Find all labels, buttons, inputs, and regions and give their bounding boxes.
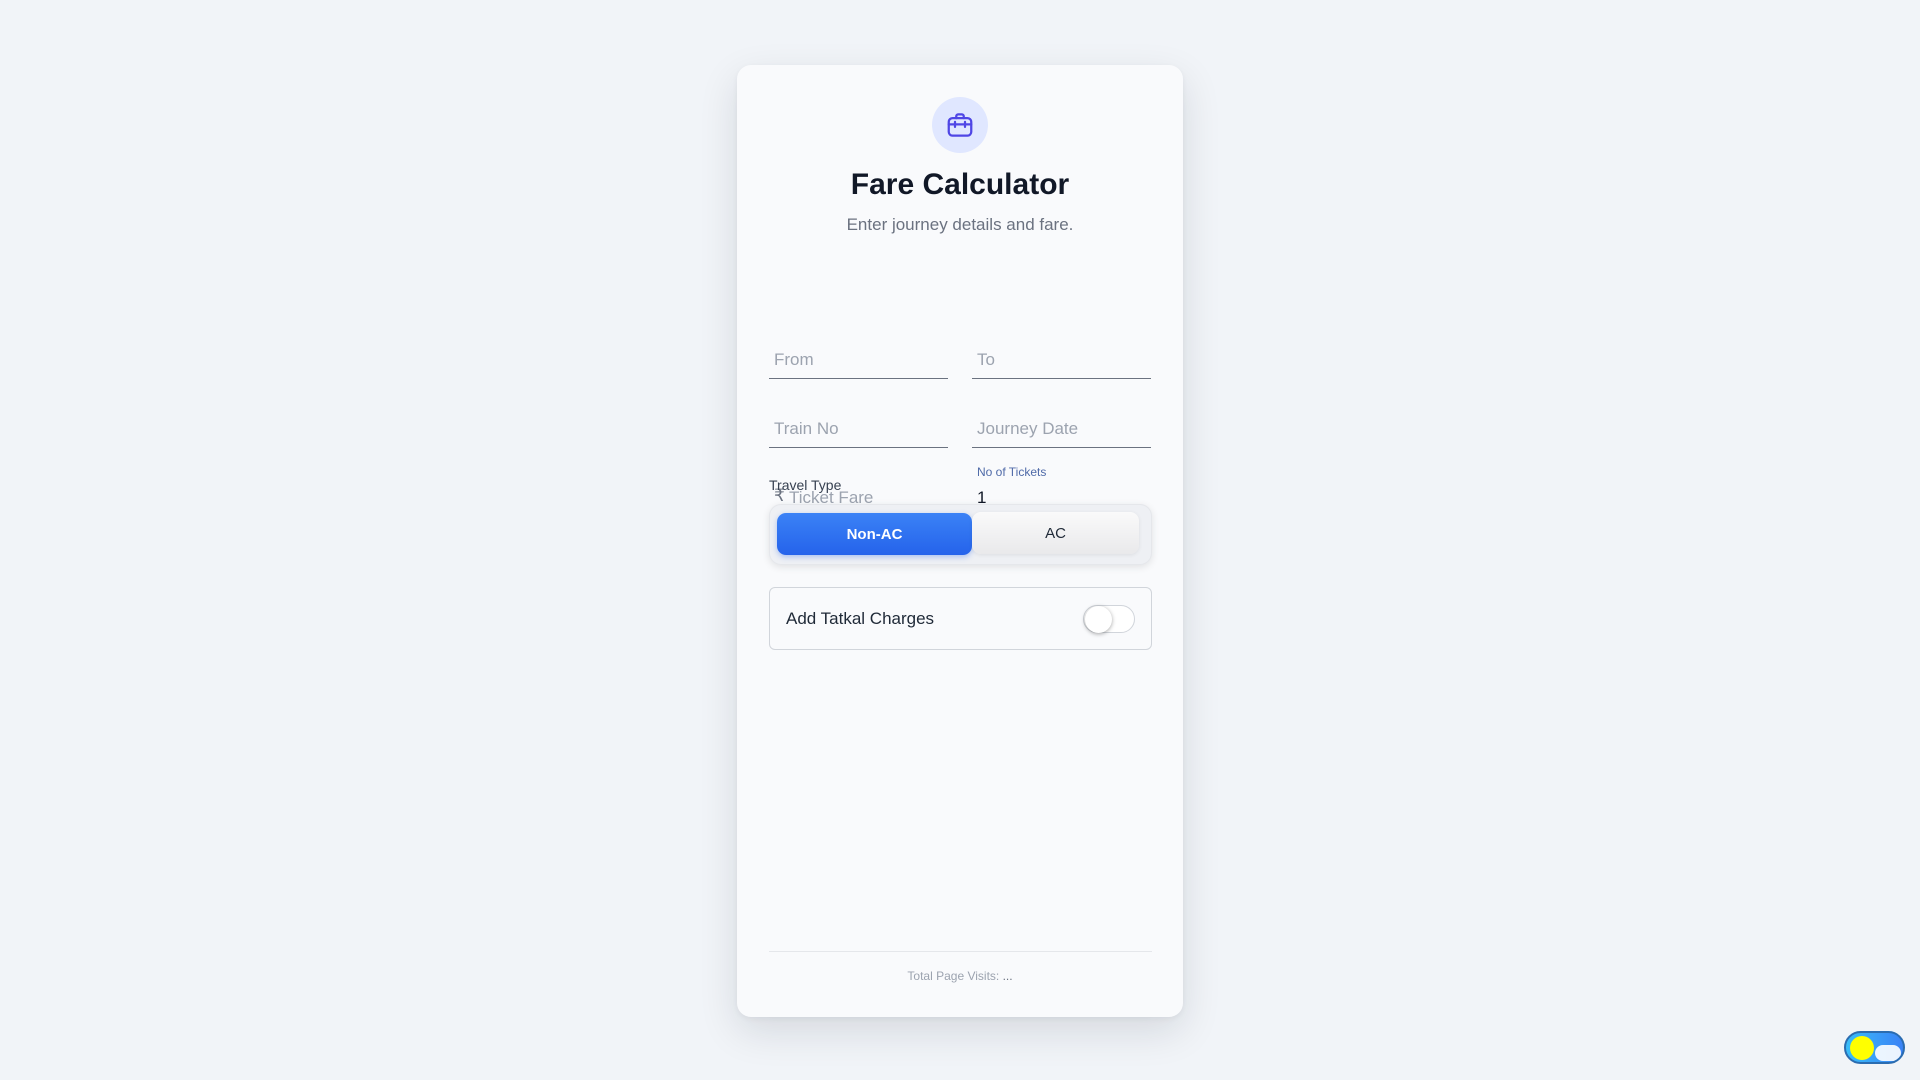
journey-date-field <box>972 406 1151 448</box>
page-subtitle: Enter journey details and fare. <box>846 215 1074 234</box>
fare-calculator-card: Fare Calculator Enter journey details an… <box>737 65 1183 1017</box>
briefcase-icon <box>932 97 988 153</box>
sun-icon <box>1850 1036 1874 1060</box>
ac-option[interactable]: AC <box>972 512 1139 554</box>
train-no-field <box>769 406 948 448</box>
page-visits: Total Page Visits: ... <box>737 969 1183 983</box>
theme-toggle[interactable] <box>1844 1031 1905 1064</box>
tatkal-toggle[interactable] <box>1083 605 1135 633</box>
page-visits-label: Total Page Visits: <box>907 969 1000 983</box>
to-input[interactable] <box>972 342 1151 378</box>
page-title: Fare Calculator <box>850 168 1070 201</box>
travel-type-label: Travel Type <box>769 477 842 493</box>
toggle-knob <box>1085 606 1112 633</box>
from-input[interactable] <box>769 342 948 378</box>
from-field <box>769 337 948 379</box>
tatkal-charges-label: Add Tatkal Charges <box>786 609 935 628</box>
to-field <box>972 337 1151 379</box>
travel-type-selector: Non-AC AC <box>769 504 1152 565</box>
tatkal-charges-row: Add Tatkal Charges <box>769 587 1152 650</box>
train-no-input[interactable] <box>769 411 948 447</box>
no-of-tickets-label: No of Tickets <box>977 465 1047 479</box>
page-visits-value: ... <box>1002 969 1013 983</box>
footer-divider <box>769 951 1152 952</box>
cloud-icon <box>1875 1045 1901 1061</box>
journey-date-input[interactable] <box>972 411 1151 447</box>
non-ac-option[interactable]: Non-AC <box>777 513 972 555</box>
